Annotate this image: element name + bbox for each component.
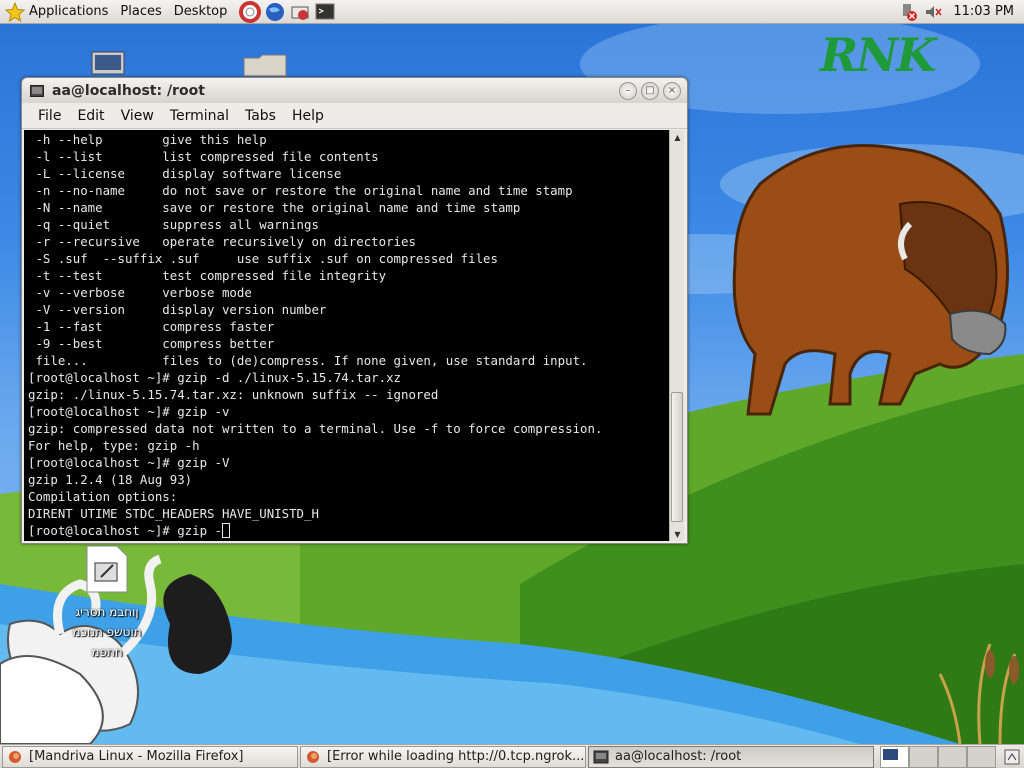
terminal-output[interactable]: -h --help give this help -l --list list …: [24, 130, 669, 541]
folder-icon[interactable]: [243, 54, 287, 77]
terminal-line: -r --recursive operate recursively on di…: [28, 234, 416, 249]
terminal-line: [root@localhost ~]# gzip -d ./linux-5.15…: [28, 370, 401, 385]
menu-tabs[interactable]: Tabs: [237, 106, 284, 126]
terminal-line: -l --list list compressed file contents: [28, 149, 379, 164]
volume-muted-icon[interactable]: [922, 1, 944, 23]
menu-terminal[interactable]: Terminal: [162, 106, 237, 126]
terminal-window[interactable]: aa@localhost: /root – □ × File Edit View…: [21, 77, 688, 544]
menu-edit[interactable]: Edit: [69, 106, 112, 126]
mail-icon[interactable]: [289, 1, 311, 23]
web-browser-icon[interactable]: [264, 1, 286, 23]
taskbar-item-label: [Mandriva Linux - Mozilla Firefox]: [29, 749, 244, 764]
taskbar-item-firefox-error[interactable]: [Error while loading http://0.tcp.ngrok.…: [300, 745, 586, 768]
terminal-line: file... files to (de)compress. If none g…: [28, 353, 588, 368]
terminal-line: -n --no-name do not save or restore the …: [28, 183, 573, 198]
window-title: aa@localhost: /root: [52, 82, 205, 99]
terminal-prompt-line[interactable]: [root@localhost ~]# gzip -: [28, 522, 669, 539]
mandriva-star-icon[interactable]: [4, 1, 26, 23]
scroll-up-arrow[interactable]: ▲: [670, 130, 685, 144]
terminal-line: -V --version display version number: [28, 302, 327, 317]
help-icon[interactable]: [239, 0, 262, 23]
workspace-switcher[interactable]: [880, 745, 996, 768]
terminal-line: -L --license display software license: [28, 166, 342, 181]
terminal-line: DIRENT UTIME STDC_HEADERS HAVE_UNISTD_H: [28, 506, 319, 521]
workspace-2[interactable]: [909, 745, 938, 768]
scroll-thumb[interactable]: [671, 391, 683, 522]
terminal-line: -S .suf --suffix .suf use suffix .suf on…: [28, 251, 498, 266]
document-icon[interactable]: [85, 545, 129, 593]
taskbar-item-label: [Error while loading http://0.tcp.ngrok.…: [327, 749, 585, 764]
terminal-icon: [30, 84, 44, 97]
top-panel: Applications Places Desktop 11:03 PM: [0, 0, 1024, 24]
clock[interactable]: 11:03 PM: [953, 4, 1014, 19]
terminal-line: -q --quiet suppress all warnings: [28, 217, 319, 232]
terminal-line: -9 --best compress better: [28, 336, 275, 351]
terminal-line: gzip 1.2.4 (18 Aug 93): [28, 472, 193, 487]
close-button[interactable]: ×: [663, 81, 681, 100]
window-titlebar[interactable]: aa@localhost: /root – □ ×: [22, 78, 687, 103]
wallpaper-logo: RNK: [820, 28, 936, 82]
terminal-icon[interactable]: [314, 1, 336, 23]
terminal-line: For help, type: gzip -h: [28, 438, 200, 453]
terminal-line: [root@localhost ~]# gzip -V: [28, 455, 230, 470]
taskbar-item-label: aa@localhost: /root: [615, 749, 742, 764]
terminal-line: -h --help give this help: [28, 132, 267, 147]
terminal-line: -N --name save or restore the original n…: [28, 200, 521, 215]
document-icon-label[interactable]: ןוחבמ תסריג תוטשפ תנוכמ חתפמ: [52, 602, 162, 662]
firefox-icon: [307, 750, 319, 763]
text-cursor: [221, 523, 230, 538]
workspace-4[interactable]: [967, 745, 996, 768]
workspace-1[interactable]: [880, 745, 909, 768]
terminal-line: [root@localhost ~]# gzip -v: [28, 404, 230, 419]
maximize-button[interactable]: □: [641, 81, 659, 100]
menu-help[interactable]: Help: [284, 106, 332, 126]
terminal-line: Compilation options:: [28, 489, 178, 504]
places-menu[interactable]: Places: [120, 4, 161, 19]
terminal-line: gzip: ./linux-5.15.74.tar.xz: unknown su…: [28, 387, 439, 402]
trash-icon[interactable]: [1002, 747, 1022, 767]
applications-menu[interactable]: Applications: [29, 4, 108, 19]
firefox-icon: [9, 750, 21, 763]
terminal-line: -t --test test compressed file integrity: [28, 268, 387, 283]
minimize-button[interactable]: –: [619, 81, 637, 100]
bottom-panel: [Mandriva Linux - Mozilla Firefox] [Erro…: [0, 744, 1024, 768]
network-icon[interactable]: [897, 1, 919, 23]
menu-file[interactable]: File: [30, 106, 69, 126]
prompt-text: [root@localhost ~]# gzip -: [28, 523, 222, 538]
terminal-icon: [593, 750, 609, 763]
terminal-line: -v --verbose verbose mode: [28, 285, 252, 300]
menu-view[interactable]: View: [113, 106, 162, 126]
terminal-line: gzip: compressed data not written to a t…: [28, 421, 603, 436]
desktop-menu[interactable]: Desktop: [174, 4, 228, 19]
terminal-line: -1 --fast compress faster: [28, 319, 275, 334]
workspace-3[interactable]: [938, 745, 967, 768]
computer-icon[interactable]: [91, 51, 125, 77]
scroll-down-arrow[interactable]: ▼: [670, 527, 685, 541]
taskbar-item-terminal[interactable]: aa@localhost: /root: [588, 745, 874, 768]
taskbar-item-firefox[interactable]: [Mandriva Linux - Mozilla Firefox]: [2, 745, 298, 768]
terminal-scrollbar[interactable]: ▲ ▼: [669, 130, 684, 541]
terminal-menubar: File Edit View Terminal Tabs Help: [22, 103, 687, 129]
